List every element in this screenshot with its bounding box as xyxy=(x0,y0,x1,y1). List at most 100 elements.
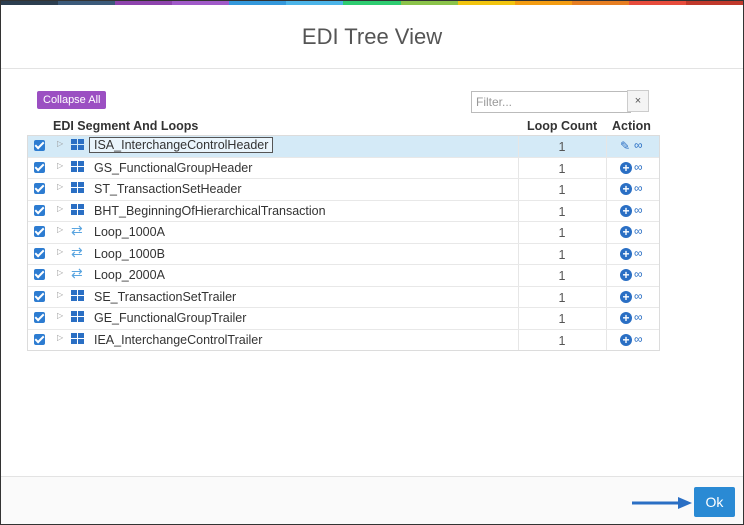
plus-circle-icon[interactable]: + xyxy=(620,247,632,260)
segment-icon xyxy=(71,160,84,173)
plus-circle-icon[interactable]: + xyxy=(620,161,632,174)
grid-body: ▷ ISA_InterchangeControlHeader 1 ✎ ∞ ▷ G… xyxy=(27,135,660,351)
row-checkbox[interactable] xyxy=(34,183,45,194)
row-checkbox[interactable] xyxy=(34,226,45,237)
edi-tree-grid: EDI Segment And Loops Loop Count Action … xyxy=(27,118,660,351)
node-name[interactable]: Loop_1000B xyxy=(94,247,165,261)
node-name[interactable]: BHT_BeginningOfHierarchicalTransaction xyxy=(94,204,326,218)
clear-filter-button[interactable]: × xyxy=(627,90,649,112)
column-divider xyxy=(606,243,607,264)
dialog-title: EDI Tree View xyxy=(301,24,443,49)
grid-header: EDI Segment And Loops Loop Count Action xyxy=(27,118,660,135)
node-name[interactable]: ISA_InterchangeControlHeader xyxy=(89,137,274,153)
tree-row[interactable]: ▷ ISA_InterchangeControlHeader 1 ✎ ∞ xyxy=(28,136,659,157)
tree-row[interactable]: ▷ GE_FunctionalGroupTrailer 1 + ∞ xyxy=(28,307,659,329)
collapse-all-button[interactable]: Collapse All xyxy=(37,91,107,109)
expand-arrow-icon[interactable]: ▷ xyxy=(57,182,63,191)
loop-count: 1 xyxy=(558,140,566,154)
column-header-loop-count[interactable]: Loop Count xyxy=(527,119,597,133)
segment-icon xyxy=(71,139,84,151)
row-checkbox[interactable] xyxy=(34,312,45,323)
loop-icon: ⇄ xyxy=(71,222,83,238)
node-name[interactable]: SE_TransactionSetTrailer xyxy=(94,290,236,304)
tree-row[interactable]: ▷ ⇄ Loop_1000B 1 + ∞ xyxy=(28,242,659,264)
link-icon[interactable]: ∞ xyxy=(634,160,643,174)
loop-count: 1 xyxy=(558,269,566,283)
row-checkbox[interactable] xyxy=(34,333,45,345)
row-checkbox[interactable] xyxy=(34,161,45,173)
segment-icon xyxy=(71,311,84,323)
loop-count: 1 xyxy=(558,226,566,240)
column-divider xyxy=(606,265,607,286)
column-divider xyxy=(606,157,607,178)
expand-arrow-icon[interactable]: ▷ xyxy=(57,290,63,299)
plus-circle-icon[interactable]: + xyxy=(620,226,632,238)
tree-row[interactable]: ▷ ⇄ Loop_2000A 1 + ∞ xyxy=(28,264,659,286)
column-divider xyxy=(606,179,607,200)
column-divider xyxy=(606,222,607,243)
link-icon[interactable]: ∞ xyxy=(634,138,643,152)
column-divider xyxy=(606,308,607,329)
plus-circle-icon[interactable]: + xyxy=(620,312,632,324)
pencil-icon[interactable]: ✎ xyxy=(620,139,630,153)
column-divider xyxy=(606,329,607,350)
row-checkbox[interactable] xyxy=(34,140,45,151)
tree-row[interactable]: ▷ SE_TransactionSetTrailer 1 + ∞ xyxy=(28,285,659,307)
tree-row[interactable]: ▷ ST_TransactionSetHeader 1 + ∞ xyxy=(28,178,659,200)
segment-icon xyxy=(71,182,84,194)
dialog-header: EDI Tree View xyxy=(1,5,743,69)
edi-tree-view-dialog: EDI Tree View Collapse All × EDI Segment… xyxy=(0,0,744,525)
tree-row[interactable]: ▷ IEA_InterchangeControlTrailer 1 + ∞ xyxy=(28,328,659,350)
expand-arrow-icon[interactable]: ▷ xyxy=(57,225,63,234)
node-name[interactable]: Loop_1000A xyxy=(94,225,165,239)
column-divider xyxy=(606,286,607,307)
link-icon[interactable]: ∞ xyxy=(634,289,643,303)
column-header-segment[interactable]: EDI Segment And Loops xyxy=(53,119,198,133)
tree-row[interactable]: ▷ GS_FunctionalGroupHeader 1 + ∞ xyxy=(28,156,659,178)
plus-circle-icon[interactable]: + xyxy=(620,290,632,303)
node-name[interactable]: Loop_2000A xyxy=(94,268,165,282)
row-checkbox[interactable] xyxy=(34,204,45,216)
node-name[interactable]: IEA_InterchangeControlTrailer xyxy=(94,333,262,347)
expand-arrow-icon[interactable]: ▷ xyxy=(57,204,63,213)
plus-circle-icon[interactable]: + xyxy=(620,333,632,346)
link-icon[interactable]: ∞ xyxy=(634,203,643,217)
expand-arrow-icon[interactable]: ▷ xyxy=(57,247,63,256)
column-header-action[interactable]: Action xyxy=(612,119,651,133)
expand-arrow-icon[interactable]: ▷ xyxy=(57,161,63,170)
loop-count: 1 xyxy=(558,312,566,326)
row-checkbox[interactable] xyxy=(34,290,45,302)
loop-icon: ⇄ xyxy=(71,243,83,260)
node-name[interactable]: ST_TransactionSetHeader xyxy=(94,182,242,196)
filter-input[interactable] xyxy=(471,91,631,113)
expand-arrow-icon[interactable]: ▷ xyxy=(57,268,63,277)
expand-arrow-icon[interactable]: ▷ xyxy=(57,333,63,342)
link-icon[interactable]: ∞ xyxy=(634,267,643,281)
loop-count: 1 xyxy=(558,204,566,219)
loop-count: 1 xyxy=(558,161,566,176)
row-checkbox[interactable] xyxy=(34,247,45,259)
expand-arrow-icon[interactable]: ▷ xyxy=(57,139,63,148)
link-icon[interactable]: ∞ xyxy=(634,181,643,195)
link-icon[interactable]: ∞ xyxy=(634,332,643,346)
node-name[interactable]: GS_FunctionalGroupHeader xyxy=(94,161,252,175)
plus-circle-icon[interactable]: + xyxy=(620,269,632,281)
loop-count: 1 xyxy=(558,333,566,348)
loop-count: 1 xyxy=(558,290,566,305)
ok-button[interactable]: Ok xyxy=(694,487,735,517)
link-icon[interactable]: ∞ xyxy=(634,224,643,238)
expand-arrow-icon[interactable]: ▷ xyxy=(57,311,63,320)
column-divider xyxy=(606,136,607,157)
plus-circle-icon[interactable]: + xyxy=(620,183,632,195)
node-name[interactable]: GE_FunctionalGroupTrailer xyxy=(94,311,246,325)
link-icon[interactable]: ∞ xyxy=(634,310,643,324)
tree-row[interactable]: ▷ ⇄ Loop_1000A 1 + ∞ xyxy=(28,221,659,243)
link-icon[interactable]: ∞ xyxy=(634,246,643,260)
arrow-right-icon xyxy=(632,497,692,509)
column-divider xyxy=(606,200,607,221)
row-checkbox[interactable] xyxy=(34,269,45,280)
segment-icon xyxy=(71,332,84,345)
plus-circle-icon[interactable]: + xyxy=(620,204,632,217)
loop-icon: ⇄ xyxy=(71,265,83,281)
tree-row[interactable]: ▷ BHT_BeginningOfHierarchicalTransaction… xyxy=(28,199,659,221)
